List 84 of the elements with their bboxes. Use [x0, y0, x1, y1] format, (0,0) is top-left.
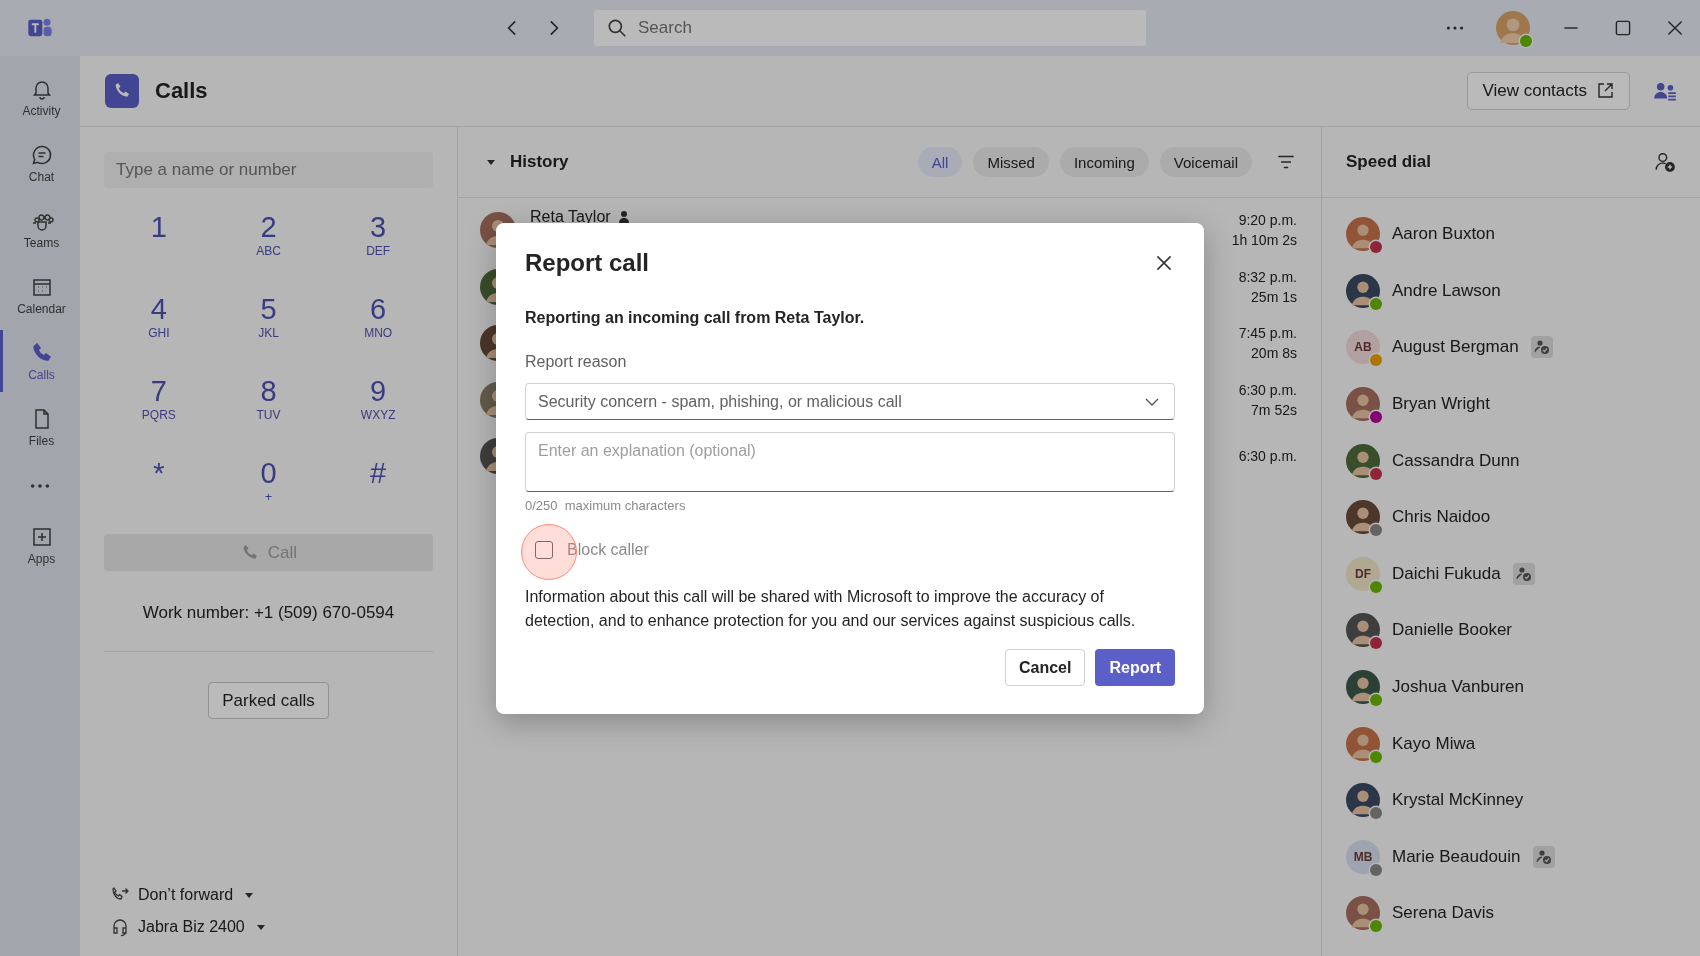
avatar	[1346, 217, 1380, 252]
section-title: History	[510, 152, 569, 172]
dial-key[interactable]: 3 DEF	[323, 210, 433, 272]
rail-item[interactable]: Files	[0, 396, 80, 458]
collapse-caret-icon[interactable]	[486, 157, 496, 167]
cancel-button[interactable]: Cancel	[1004, 649, 1086, 686]
call-duration: 7m 52s	[1251, 401, 1297, 418]
dial-key[interactable]: *	[104, 456, 214, 518]
work-number: Work number: +1 (509) 670-0594	[141, 603, 396, 623]
filter-chip[interactable]: Missed	[973, 147, 1049, 177]
contact-item[interactable]: Danielle Booker	[1346, 602, 1700, 659]
filter-chip[interactable]: Voicemail	[1159, 147, 1252, 177]
rail-item[interactable]: Teams	[0, 198, 80, 260]
contact-item[interactable]: DF Daichi Fukuda	[1346, 545, 1700, 603]
external-link-icon	[1595, 81, 1615, 101]
section-title: Speed dial	[1346, 152, 1432, 172]
call-duration: 1h 10m 2s	[1231, 232, 1297, 249]
call-time: 6:30 p.m.	[1238, 381, 1297, 398]
contact-item[interactable]: Serena Davis	[1346, 885, 1700, 942]
dial-key[interactable]: 5 JKL	[213, 292, 324, 354]
dial-key[interactable]: 2 ABC	[213, 210, 324, 272]
avatar	[1346, 670, 1380, 705]
initials-avatar: AB	[1346, 330, 1380, 365]
add-person-icon[interactable]	[1654, 151, 1676, 173]
report-message: Reporting an incoming call from Reta Taylor.	[525, 309, 866, 327]
dial-key[interactable]: 7 PQRS	[104, 374, 214, 436]
view-contacts-button[interactable]: View contacts	[1467, 72, 1630, 110]
avatar	[1346, 783, 1380, 818]
call-time: 7:45 p.m.	[1238, 325, 1297, 342]
dial-key[interactable]: 8 TUV	[213, 374, 324, 436]
rail-item[interactable]: Calendar	[0, 264, 80, 326]
contact-item[interactable]: MB Marie Beaudouin	[1346, 828, 1700, 886]
call-duration: 25m 1s	[1251, 288, 1297, 305]
report-button[interactable]: Report	[1095, 649, 1175, 686]
contact-item[interactable]: Joshua Vanburen	[1346, 658, 1700, 716]
headset-icon	[110, 917, 130, 937]
calls-app-icon	[105, 74, 139, 108]
dial-key[interactable]: 0 +	[213, 456, 324, 518]
avatar	[1346, 443, 1380, 478]
forwarding-dropdown[interactable]: Don’t forward	[104, 880, 260, 910]
avatar	[1346, 273, 1380, 308]
dial-key[interactable]: 6 MNO	[323, 292, 433, 354]
avatar	[1346, 387, 1380, 422]
device-dropdown[interactable]: Jabra Biz 2400	[104, 912, 271, 942]
contact-item[interactable]: Kayo Miwa	[1346, 715, 1700, 772]
info-text: Information about this call will be shared with Microsoft to improve the accuracy of detection, and to enhance protection for you and our services against suspicious calls.	[525, 587, 1137, 631]
search-field[interactable]: Search	[594, 10, 1146, 46]
avatar	[1346, 613, 1380, 648]
contact-item[interactable]: Aaron Buxton	[1346, 206, 1700, 263]
contact-item[interactable]: Bryan Wright	[1346, 375, 1700, 433]
checkbox[interactable]	[535, 541, 553, 559]
more-apps-icon[interactable]	[29, 482, 51, 490]
filter-chip[interactable]: All	[917, 147, 963, 177]
dial-key[interactable]: 4 GHI	[104, 292, 214, 354]
contact-item[interactable]: Andre Lawson	[1346, 262, 1700, 320]
call-time: 6:30 p.m.	[1238, 448, 1297, 465]
rail-item[interactable]: Activity	[0, 66, 80, 128]
dial-key[interactable]: 9 WXYZ	[323, 374, 433, 436]
contact-item[interactable]: Cassandra Dunn	[1346, 432, 1700, 489]
field-label: Report reason	[525, 353, 628, 371]
dial-key[interactable]: 1	[104, 210, 214, 272]
caller-name: Reta Taylor	[530, 208, 611, 226]
initials-avatar: MB	[1346, 839, 1380, 874]
contact-item[interactable]: Krystal McKinney	[1346, 771, 1700, 829]
avatar	[1346, 726, 1380, 761]
page-title: Calls	[155, 78, 208, 104]
contact-item[interactable]: Chris Naidoo	[1346, 488, 1700, 546]
rail-item[interactable]: Chat	[0, 132, 80, 194]
dialog-title: Report call	[525, 249, 650, 277]
search-icon	[606, 17, 628, 39]
number-field[interactable]: Type a name or number	[104, 152, 433, 188]
contact-item[interactable]: AB August Bergman	[1346, 319, 1700, 376]
initials-avatar: DF	[1346, 556, 1380, 591]
call-duration: 20m 8s	[1251, 345, 1297, 362]
reason-dropdown[interactable]: Security concern - spam, phishing, or malicious call	[525, 383, 1175, 420]
parked-calls-button[interactable]: Parked calls	[208, 682, 329, 719]
avatar	[1346, 500, 1380, 535]
explanation-field[interactable]: Enter an explanation (optional)	[525, 432, 1175, 492]
call-time: 8:32 p.m.	[1238, 268, 1297, 285]
filter-chip[interactable]: Incoming	[1059, 147, 1149, 177]
dial-key[interactable]: #	[323, 456, 433, 518]
rail-item[interactable]: Apps	[0, 514, 80, 576]
character-counter: 0/250 maximum characters	[525, 498, 687, 513]
call-time: 9:20 p.m.	[1238, 212, 1297, 229]
